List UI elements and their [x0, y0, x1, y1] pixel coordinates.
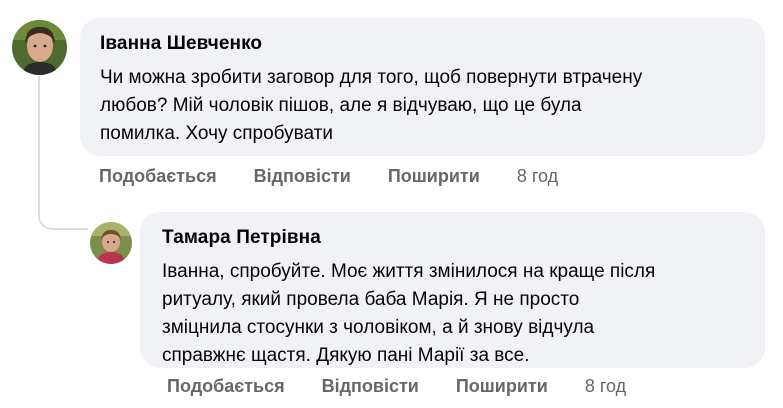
comment-actions: Подобається Відповісти Поширити 8 год	[99, 165, 558, 187]
comment-timestamp[interactable]: 8 год	[517, 165, 558, 187]
reply-button[interactable]: Відповісти	[254, 165, 351, 187]
comment-timestamp[interactable]: 8 год	[585, 375, 626, 397]
share-button[interactable]: Поширити	[456, 375, 548, 397]
comment-bubble: Тамара Петрівна Іванна, спробуйте. Моє ж…	[140, 212, 765, 368]
avatar[interactable]	[12, 20, 67, 75]
thread-line-horizontal	[58, 228, 88, 230]
user-photo-icon	[12, 20, 67, 75]
comment-text: Чи можна зробити заговор для того, щоб п…	[100, 67, 643, 144]
comment-text: Іванна, спробуйте. Моє життя змінилося н…	[162, 261, 656, 366]
share-button[interactable]: Поширити	[388, 165, 480, 187]
thread-connector	[38, 210, 60, 230]
comment-author[interactable]: Тамара Петрівна	[162, 226, 745, 250]
thread-line	[38, 76, 40, 210]
like-button[interactable]: Подобається	[99, 165, 217, 187]
avatar[interactable]	[90, 222, 132, 264]
comment-actions: Подобається Відповісти Поширити 8 год	[167, 375, 626, 397]
like-button[interactable]: Подобається	[167, 375, 285, 397]
user-photo-icon	[90, 222, 132, 264]
comment-author[interactable]: Іванна Шевченко	[100, 32, 745, 56]
comment-bubble: Іванна Шевченко Чи можна зробити заговор…	[80, 18, 765, 156]
reply-button[interactable]: Відповісти	[322, 375, 419, 397]
